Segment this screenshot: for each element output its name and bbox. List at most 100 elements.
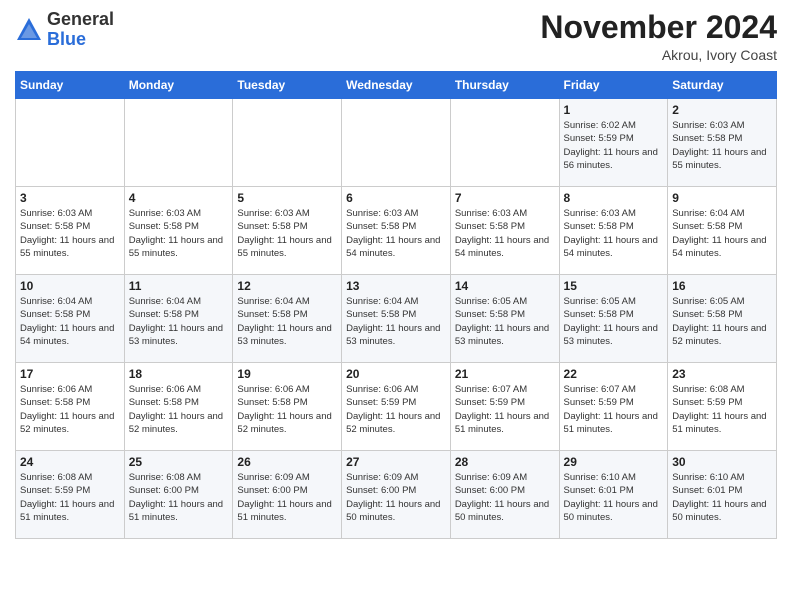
day-number: 15: [564, 279, 664, 293]
calendar-cell: 25Sunrise: 6:08 AMSunset: 6:00 PMDayligh…: [124, 451, 233, 539]
calendar-header: SundayMondayTuesdayWednesdayThursdayFrid…: [16, 72, 777, 99]
calendar-cell: [124, 99, 233, 187]
day-info: Sunrise: 6:03 AMSunset: 5:58 PMDaylight:…: [564, 207, 664, 260]
day-number: 13: [346, 279, 446, 293]
week-row-1: 3 Sunrise: 6:03 AMSunset: 5:58 PMDaylight…: [16, 187, 777, 275]
logo: General Blue: [15, 10, 114, 50]
day-header-row: SundayMondayTuesdayWednesdayThursdayFrid…: [16, 72, 777, 99]
day-info: Sunrise: 6:09 AMSunset: 6:00 PMDaylight:…: [346, 471, 446, 524]
day-info: Sunrise: 6:07 AMSunset: 5:59 PMDaylight:…: [455, 383, 555, 436]
day-number: 14: [455, 279, 555, 293]
day-number: 20: [346, 367, 446, 381]
calendar-cell: [233, 99, 342, 187]
week-row-4: 24 Sunrise: 6:08 AMSunset: 5:59 PMDayligh…: [16, 451, 777, 539]
calendar-cell: 5 Sunrise: 6:03 AMSunset: 5:58 PMDaylight…: [233, 187, 342, 275]
day-info: Sunrise: 6:04 AMSunset: 5:58 PMDaylight:…: [346, 295, 446, 348]
day-number: 12: [237, 279, 337, 293]
day-info: Sunrise: 6:06 AMSunset: 5:58 PMDaylight:…: [237, 383, 337, 436]
day-info: Sunrise: 6:06 AMSunset: 5:59 PMDaylight:…: [346, 383, 446, 436]
day-header-monday: Monday: [124, 72, 233, 99]
day-number: 28: [455, 455, 555, 469]
calendar: SundayMondayTuesdayWednesdayThursdayFrid…: [15, 71, 777, 539]
day-info: Sunrise: 6:09 AMSunset: 6:00 PMDaylight:…: [237, 471, 337, 524]
day-info: Sunrise: 6:06 AMSunset: 5:58 PMDaylight:…: [20, 383, 120, 436]
day-number: 2: [672, 103, 772, 117]
calendar-cell: 13 Sunrise: 6:04 AMSunset: 5:58 PMDayligh…: [342, 275, 451, 363]
day-info: Sunrise: 6:10 AMSunset: 6:01 PMDaylight:…: [672, 471, 772, 524]
day-number: 4: [129, 191, 229, 205]
day-info: Sunrise: 6:04 AMSunset: 5:58 PMDaylight:…: [672, 207, 772, 260]
logo-general-text: General: [47, 9, 114, 29]
day-header-thursday: Thursday: [450, 72, 559, 99]
calendar-cell: 29Sunrise: 6:10 AMSunset: 6:01 PMDayligh…: [559, 451, 668, 539]
calendar-cell: 3 Sunrise: 6:03 AMSunset: 5:58 PMDaylight…: [16, 187, 125, 275]
calendar-cell: 12Sunrise: 6:04 AMSunset: 5:58 PMDayligh…: [233, 275, 342, 363]
month-title: November 2024: [540, 10, 777, 45]
calendar-cell: 30 Sunrise: 6:10 AMSunset: 6:01 PMDayligh…: [668, 451, 777, 539]
day-number: 6: [346, 191, 446, 205]
day-number: 7: [455, 191, 555, 205]
logo-icon: [15, 16, 43, 44]
day-header-sunday: Sunday: [16, 72, 125, 99]
calendar-cell: 19Sunrise: 6:06 AMSunset: 5:58 PMDayligh…: [233, 363, 342, 451]
day-info: Sunrise: 6:03 AMSunset: 5:58 PMDaylight:…: [455, 207, 555, 260]
day-number: 30: [672, 455, 772, 469]
day-info: Sunrise: 6:03 AMSunset: 5:58 PMDaylight:…: [346, 207, 446, 260]
day-number: 3: [20, 191, 120, 205]
day-info: Sunrise: 6:08 AMSunset: 5:59 PMDaylight:…: [672, 383, 772, 436]
day-header-tuesday: Tuesday: [233, 72, 342, 99]
day-info: Sunrise: 6:08 AMSunset: 6:00 PMDaylight:…: [129, 471, 229, 524]
calendar-cell: 20 Sunrise: 6:06 AMSunset: 5:59 PMDayligh…: [342, 363, 451, 451]
day-number: 8: [564, 191, 664, 205]
day-info: Sunrise: 6:04 AMSunset: 5:58 PMDaylight:…: [20, 295, 120, 348]
day-number: 18: [129, 367, 229, 381]
day-number: 5: [237, 191, 337, 205]
day-number: 23: [672, 367, 772, 381]
calendar-cell: 28Sunrise: 6:09 AMSunset: 6:00 PMDayligh…: [450, 451, 559, 539]
header: General Blue November 2024 Akrou, Ivory …: [15, 10, 777, 63]
day-info: Sunrise: 6:07 AMSunset: 5:59 PMDaylight:…: [564, 383, 664, 436]
day-number: 16: [672, 279, 772, 293]
calendar-cell: 18 Sunrise: 6:06 AMSunset: 5:58 PMDayligh…: [124, 363, 233, 451]
logo-text: General Blue: [47, 10, 114, 50]
day-header-friday: Friday: [559, 72, 668, 99]
day-info: Sunrise: 6:02 AMSunset: 5:59 PMDaylight:…: [564, 119, 664, 172]
calendar-body: 1Sunrise: 6:02 AMSunset: 5:59 PMDaylight…: [16, 99, 777, 539]
week-row-3: 17 Sunrise: 6:06 AMSunset: 5:58 PMDayligh…: [16, 363, 777, 451]
day-info: Sunrise: 6:06 AMSunset: 5:58 PMDaylight:…: [129, 383, 229, 436]
calendar-cell: 17 Sunrise: 6:06 AMSunset: 5:58 PMDayligh…: [16, 363, 125, 451]
day-number: 24: [20, 455, 120, 469]
day-number: 11: [129, 279, 229, 293]
day-header-wednesday: Wednesday: [342, 72, 451, 99]
logo-blue-text: Blue: [47, 29, 86, 49]
calendar-cell: 23 Sunrise: 6:08 AMSunset: 5:59 PMDayligh…: [668, 363, 777, 451]
day-number: 9: [672, 191, 772, 205]
day-info: Sunrise: 6:03 AMSunset: 5:58 PMDaylight:…: [237, 207, 337, 260]
calendar-cell: 16 Sunrise: 6:05 AMSunset: 5:58 PMDayligh…: [668, 275, 777, 363]
calendar-cell: 14 Sunrise: 6:05 AMSunset: 5:58 PMDayligh…: [450, 275, 559, 363]
calendar-cell: 22Sunrise: 6:07 AMSunset: 5:59 PMDayligh…: [559, 363, 668, 451]
calendar-cell: 8 Sunrise: 6:03 AMSunset: 5:58 PMDaylight…: [559, 187, 668, 275]
calendar-cell: 15 Sunrise: 6:05 AMSunset: 5:58 PMDayligh…: [559, 275, 668, 363]
day-info: Sunrise: 6:03 AMSunset: 5:58 PMDaylight:…: [672, 119, 772, 172]
day-number: 26: [237, 455, 337, 469]
day-header-saturday: Saturday: [668, 72, 777, 99]
day-number: 17: [20, 367, 120, 381]
calendar-cell: 21Sunrise: 6:07 AMSunset: 5:59 PMDayligh…: [450, 363, 559, 451]
calendar-cell: 4Sunrise: 6:03 AMSunset: 5:58 PMDaylight…: [124, 187, 233, 275]
day-info: Sunrise: 6:05 AMSunset: 5:58 PMDaylight:…: [672, 295, 772, 348]
week-row-0: 1Sunrise: 6:02 AMSunset: 5:59 PMDaylight…: [16, 99, 777, 187]
day-number: 29: [564, 455, 664, 469]
calendar-cell: 27 Sunrise: 6:09 AMSunset: 6:00 PMDayligh…: [342, 451, 451, 539]
calendar-cell: 9 Sunrise: 6:04 AMSunset: 5:58 PMDaylight…: [668, 187, 777, 275]
day-info: Sunrise: 6:05 AMSunset: 5:58 PMDaylight:…: [564, 295, 664, 348]
calendar-cell: 2 Sunrise: 6:03 AMSunset: 5:58 PMDaylight…: [668, 99, 777, 187]
calendar-cell: 10 Sunrise: 6:04 AMSunset: 5:58 PMDayligh…: [16, 275, 125, 363]
day-info: Sunrise: 6:05 AMSunset: 5:58 PMDaylight:…: [455, 295, 555, 348]
day-info: Sunrise: 6:08 AMSunset: 5:59 PMDaylight:…: [20, 471, 120, 524]
day-number: 10: [20, 279, 120, 293]
calendar-cell: 11Sunrise: 6:04 AMSunset: 5:58 PMDayligh…: [124, 275, 233, 363]
day-info: Sunrise: 6:03 AMSunset: 5:58 PMDaylight:…: [20, 207, 120, 260]
calendar-cell: 26 Sunrise: 6:09 AMSunset: 6:00 PMDayligh…: [233, 451, 342, 539]
day-number: 27: [346, 455, 446, 469]
